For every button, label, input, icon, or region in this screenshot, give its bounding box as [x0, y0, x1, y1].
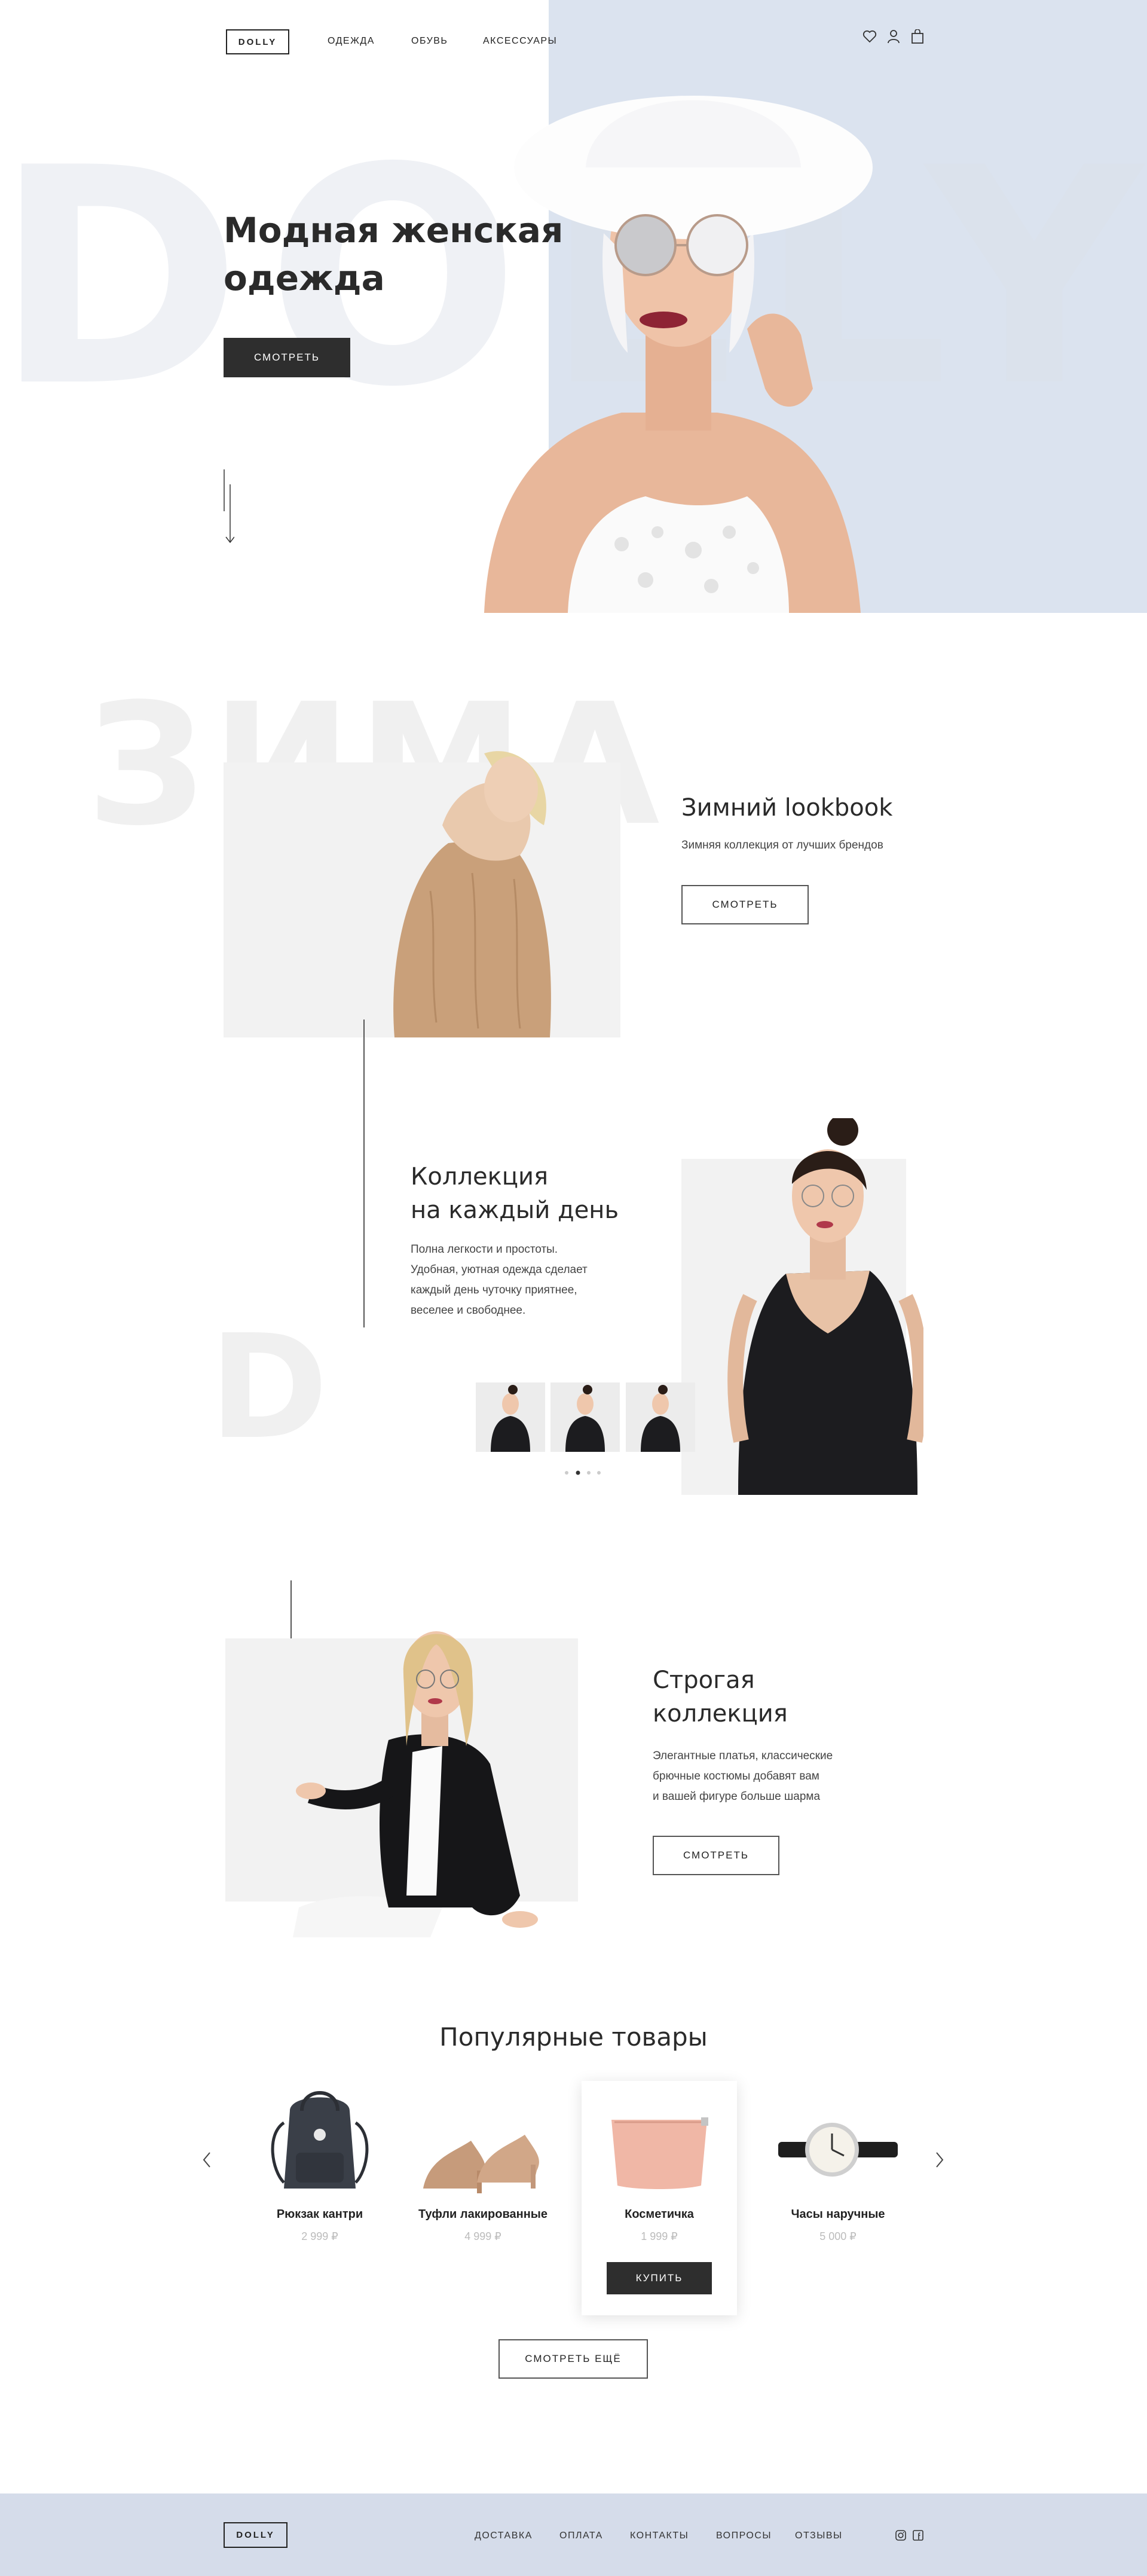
- product-price: 4 999 ₽: [464, 2230, 501, 2242]
- everyday-thumbnail[interactable]: [550, 1382, 620, 1452]
- everyday-title: Коллекция на каждый день: [411, 1160, 619, 1227]
- bag-icon[interactable]: [911, 29, 924, 44]
- everyday-text-line: веселее и свободнее.: [411, 1304, 526, 1317]
- strict-text-line: брючные костюмы добавят вам: [653, 1770, 819, 1783]
- carousel-dots: [565, 1468, 601, 1475]
- hero-title-line1: Модная женская: [224, 210, 564, 251]
- carousel-dot[interactable]: [597, 1471, 601, 1475]
- everyday-text-line: Полна легкости и простоты.: [411, 1243, 558, 1256]
- product-name: Часы наручные: [791, 2208, 885, 2221]
- show-more-button[interactable]: СМОТРЕТЬ ЕЩЁ: [498, 2339, 648, 2379]
- cosmetic-bag-image: [600, 2114, 719, 2192]
- footer-link-payment[interactable]: ОПЛАТА: [559, 2531, 603, 2541]
- backpack-image: [266, 2087, 374, 2195]
- user-icon[interactable]: [887, 29, 900, 44]
- carousel-next-icon[interactable]: [934, 2151, 945, 2169]
- scroll-down-arrow-icon[interactable]: [222, 469, 235, 544]
- lookbook-view-button[interactable]: СМОТРЕТЬ: [681, 885, 809, 924]
- everyday-thumbnail[interactable]: [626, 1382, 695, 1452]
- product-price: 2 999 ₽: [301, 2230, 338, 2242]
- footer-link-reviews[interactable]: ОТЗЫВЫ: [795, 2531, 843, 2541]
- carousel-dot-active[interactable]: [576, 1470, 580, 1475]
- product-name: Косметичка: [625, 2208, 694, 2221]
- everyday-title-line1: Коллекция: [411, 1163, 549, 1191]
- instagram-icon[interactable]: [895, 2529, 907, 2541]
- popular-title: Популярные товары: [439, 2022, 708, 2052]
- product-name: Рюкзак кантри: [276, 2208, 363, 2221]
- lookbook-model-image: [383, 735, 562, 1037]
- product-card[interactable]: Туфли лакированные 4 999 ₽: [405, 2081, 561, 2260]
- hero-title: Модная женская одежда: [224, 206, 563, 302]
- carousel-dot[interactable]: [565, 1471, 568, 1475]
- facebook-icon[interactable]: [912, 2529, 924, 2541]
- everyday-divider-line: [363, 1020, 365, 1327]
- product-price: 5 000 ₽: [819, 2230, 857, 2242]
- logo[interactable]: DOLLY: [226, 29, 289, 54]
- everyday-thumbnail[interactable]: [476, 1382, 545, 1452]
- hero-title-line2: одежда: [224, 258, 385, 298]
- everyday-text-line: каждый день чуточку приятнее,: [411, 1284, 577, 1296]
- nav-item-accessories[interactable]: АКСЕССУАРЫ: [483, 36, 557, 47]
- everyday-bg-letter: D: [209, 1304, 329, 1471]
- footer-link-delivery[interactable]: ДОСТАВКА: [475, 2531, 533, 2541]
- strict-title: Строгая коллекция: [653, 1664, 788, 1730]
- product-name: Туфли лакированные: [418, 2208, 547, 2221]
- product-card-highlighted[interactable]: Косметичка 1 999 ₽ КУПИТЬ: [582, 2081, 737, 2315]
- lookbook-title: Зимний lookbook: [681, 794, 893, 822]
- strict-view-button[interactable]: СМОТРЕТЬ: [653, 1836, 779, 1875]
- buy-button[interactable]: КУПИТЬ: [607, 2262, 712, 2294]
- carousel-prev-icon[interactable]: [201, 2151, 212, 2169]
- shoes-image: [417, 2105, 549, 2195]
- everyday-text-line: Удобная, уютная одежда сделает: [411, 1263, 588, 1276]
- footer-link-faq[interactable]: ВОПРОСЫ: [716, 2531, 772, 2541]
- product-card[interactable]: Часы наручные 5 000 ₽: [760, 2081, 916, 2260]
- footer-link-contacts[interactable]: КОНТАКТЫ: [630, 2531, 689, 2541]
- hero-model-image: [466, 54, 920, 613]
- carousel-dot[interactable]: [587, 1471, 591, 1475]
- everyday-description: Полна легкости и простоты. Удобная, уютн…: [411, 1240, 588, 1321]
- nav-item-clothes[interactable]: ОДЕЖДА: [328, 36, 375, 47]
- strict-model-image: [293, 1609, 544, 1937]
- everyday-model-image: [726, 1115, 928, 1495]
- heart-icon[interactable]: [862, 30, 877, 43]
- strict-text-line: и вашей фигуре больше шарма: [653, 1790, 821, 1803]
- product-price: 1 999 ₽: [641, 2230, 678, 2242]
- watch-image: [772, 2105, 904, 2195]
- hero-view-button[interactable]: СМОТРЕТЬ: [224, 338, 350, 377]
- everyday-title-line2: на каждый день: [411, 1197, 619, 1224]
- strict-description: Элегантные платья, классические брючные …: [653, 1746, 833, 1807]
- strict-title-line2: коллекция: [653, 1700, 788, 1727]
- strict-title-line1: Строгая: [653, 1667, 755, 1694]
- footer-logo[interactable]: DOLLY: [224, 2522, 287, 2548]
- strict-text-line: Элегантные платья, классические: [653, 1750, 833, 1762]
- lookbook-subtitle: Зимняя коллекция от лучших брендов: [681, 839, 883, 851]
- nav-item-shoes[interactable]: ОБУВЬ: [411, 36, 448, 47]
- product-card[interactable]: Рюкзак кантри 2 999 ₽: [242, 2081, 397, 2260]
